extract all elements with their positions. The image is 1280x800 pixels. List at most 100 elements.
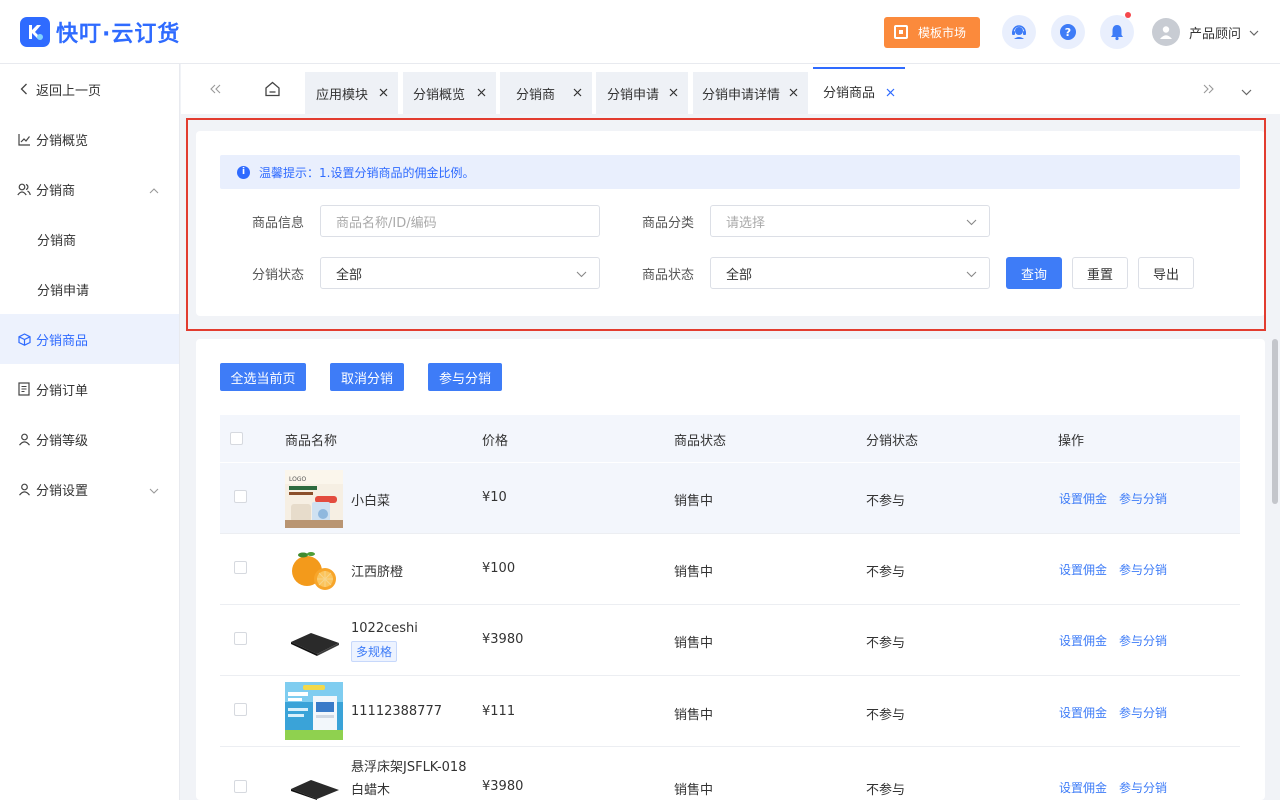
row-checkbox[interactable] (234, 632, 247, 645)
cancel-dist-button[interactable]: 取消分销 (330, 363, 404, 391)
close-icon[interactable] (789, 86, 798, 101)
set-commission-link[interactable]: 设置佣金 (1059, 779, 1107, 796)
tab-applications[interactable]: 分销申请 (596, 72, 688, 114)
user-name[interactable]: 产品顾问 (1189, 23, 1241, 42)
select-page-button[interactable]: 全选当前页 (220, 363, 306, 391)
set-commission-link[interactable]: 设置佣金 (1059, 704, 1107, 721)
svg-text:?: ? (1065, 26, 1071, 39)
settings-icon (16, 481, 32, 497)
scroll-right-icon[interactable] (1203, 83, 1214, 98)
set-commission-link[interactable]: 设置佣金 (1059, 632, 1107, 649)
tip-text: 温馨提示：1.设置分销商品的佣金比例。 (259, 165, 475, 180)
chevron-down-icon[interactable] (1249, 25, 1259, 40)
join-dist-link[interactable]: 参与分销 (1119, 561, 1167, 578)
join-dist-link[interactable]: 参与分销 (1119, 779, 1167, 796)
svg-text:LOGO: LOGO (289, 476, 307, 483)
app-logo[interactable]: 快叮·云订货 (20, 16, 180, 48)
product-name-line2: 白蜡木 (351, 783, 391, 798)
sidebar-item-levels[interactable]: 分销等级 (0, 414, 179, 464)
tab-application-detail[interactable]: 分销申请详情 (693, 72, 808, 114)
scrollbar[interactable] (1272, 339, 1278, 504)
user-avatar-icon[interactable] (1151, 18, 1180, 46)
tab-label: 应用模块 (316, 87, 369, 103)
dist-status: 不参与 (866, 708, 906, 723)
product-status: 销售中 (674, 494, 714, 509)
sidebar-item-distributors[interactable]: 分销商 (0, 164, 179, 214)
tab-label: 分销概览 (413, 87, 466, 103)
sidebar-item-label: 分销商 (37, 233, 77, 249)
join-dist-link[interactable]: 参与分销 (1119, 490, 1167, 507)
back-icon (16, 81, 32, 97)
select-all-checkbox[interactable] (230, 432, 243, 445)
row-checkbox[interactable] (234, 780, 247, 793)
sidebar-subitem-application[interactable]: 分销申请 (0, 264, 179, 314)
tab-products[interactable]: 分销商品 (813, 67, 905, 114)
product-status: 销售中 (674, 636, 714, 651)
category-placeholder: 请选择 (726, 215, 766, 231)
export-button[interactable]: 导出 (1138, 257, 1194, 289)
close-icon[interactable] (669, 86, 678, 101)
product-info-placeholder: 商品名称/ID/编码 (336, 215, 437, 231)
tab-label: 分销申请 (607, 87, 660, 103)
help-icon[interactable]: ? (1050, 15, 1085, 49)
sidebar: 返回上一页 分销概览 分销商 分销商 分销申请 分销商品 分销订单 分销等级 分… (0, 64, 180, 800)
dist-status-label: 分销状态 (251, 268, 304, 283)
join-dist-link[interactable]: 参与分销 (1119, 632, 1167, 649)
sidebar-subitem-distributor[interactable]: 分销商 (0, 214, 179, 264)
tab-label: 分销申请详情 (702, 87, 781, 103)
close-icon[interactable] (477, 86, 486, 101)
reset-button[interactable]: 重置 (1072, 257, 1128, 289)
sidebar-item-label: 分销商品 (36, 333, 89, 349)
sidebar-item-products[interactable]: 分销商品 (0, 314, 179, 364)
set-commission-link[interactable]: 设置佣金 (1059, 490, 1107, 507)
row-checkbox[interactable] (234, 703, 247, 716)
dist-status-select[interactable]: 全部 (320, 257, 600, 289)
query-button[interactable]: 查询 (1006, 257, 1062, 289)
product-status-select[interactable]: 全部 (710, 257, 990, 289)
bell-icon[interactable] (1099, 12, 1134, 49)
info-icon: i (237, 165, 250, 179)
sidebar-item-settings[interactable]: 分销设置 (0, 464, 179, 514)
col-status: 商品状态 (674, 434, 727, 449)
table-header: 商品名称 价格 商品状态 分销状态 操作 (220, 415, 1240, 462)
chevron-down-icon (576, 267, 587, 282)
table-row: 江西脐橙 ¥100 销售中 不参与 设置佣金 参与分销 (220, 534, 1240, 605)
row-checkbox[interactable] (234, 490, 247, 503)
product-status-value: 全部 (726, 267, 753, 283)
sidebar-item-label: 分销概览 (36, 133, 89, 149)
dist-status-value: 全部 (336, 267, 363, 283)
sidebar-item-orders[interactable]: 分销订单 (0, 364, 179, 414)
tip-banner: i 温馨提示：1.设置分销商品的佣金比例。 (220, 155, 1240, 189)
top-header: 快叮·云订货 模板市场 ? 产品顾问 (0, 0, 1280, 64)
join-dist-link[interactable]: 参与分销 (1119, 704, 1167, 721)
row-checkbox[interactable] (234, 561, 247, 574)
category-select[interactable]: 请选择 (710, 205, 990, 237)
level-icon (16, 431, 32, 447)
product-price: ¥100 (482, 561, 516, 576)
set-commission-link[interactable]: 设置佣金 (1059, 561, 1107, 578)
close-icon[interactable] (573, 86, 582, 101)
chart-icon (16, 131, 32, 147)
tab-overview[interactable]: 分销概览 (403, 72, 496, 114)
product-name: 悬浮床架JSFLK-018 (351, 760, 467, 775)
support-icon[interactable] (1001, 15, 1036, 49)
users-icon (16, 181, 32, 197)
sidebar-item-overview[interactable]: 分销概览 (0, 114, 179, 164)
chevron-down-icon (966, 215, 977, 230)
close-icon[interactable] (379, 86, 388, 101)
tab-menu-chevron-icon[interactable] (1241, 85, 1252, 100)
product-info-input[interactable]: 商品名称/ID/编码 (320, 205, 600, 237)
close-icon[interactable] (886, 86, 895, 101)
tab-distributors[interactable]: 分销商 (500, 72, 592, 114)
template-market-button[interactable]: 模板市场 (883, 16, 980, 48)
scroll-left-icon[interactable] (210, 83, 221, 98)
home-icon[interactable] (264, 81, 281, 101)
tab-label: 分销商 (516, 87, 556, 103)
product-thumbnail (285, 682, 343, 740)
product-thumbnail (285, 767, 343, 800)
notification-dot (1124, 12, 1131, 18)
sidebar-item-back[interactable]: 返回上一页 (0, 64, 179, 114)
product-price: ¥3980 (482, 632, 524, 647)
join-dist-button[interactable]: 参与分销 (428, 363, 502, 391)
tab-app-module[interactable]: 应用模块 (305, 72, 398, 114)
